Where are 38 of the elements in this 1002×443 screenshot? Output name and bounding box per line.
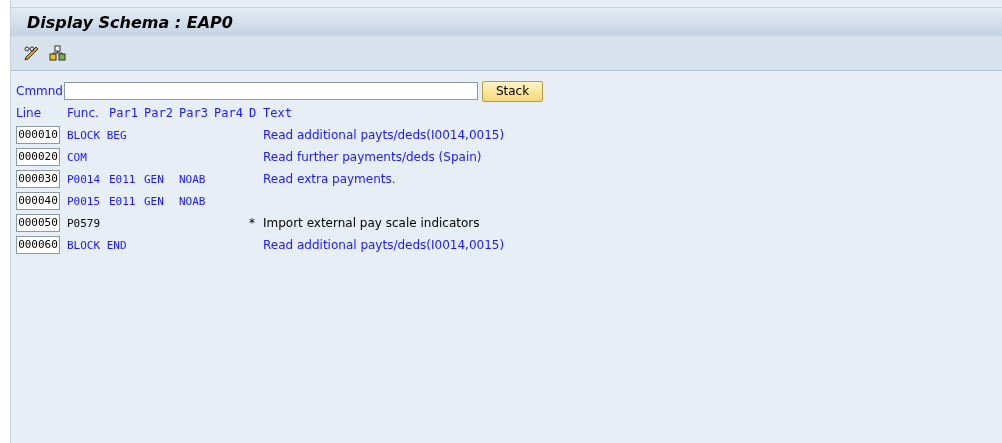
table-cell: P0015 bbox=[67, 194, 101, 208]
command-label: Cmmnd bbox=[16, 84, 60, 98]
table-cell: P0014 bbox=[67, 172, 101, 186]
table-cell: BLOCK BEG bbox=[67, 128, 127, 142]
table-cell: GEN bbox=[144, 194, 164, 208]
line-number-field[interactable]: 000050 bbox=[16, 214, 60, 232]
text-cell: Import external pay scale indicators bbox=[263, 216, 480, 230]
column-header: D bbox=[249, 105, 258, 122]
line-number-field[interactable]: 000040 bbox=[16, 192, 60, 210]
column-header: Par2 bbox=[144, 105, 174, 122]
table-cell: NOAB bbox=[179, 172, 206, 186]
line-number-field[interactable]: 000060 bbox=[16, 236, 60, 254]
line-number-field[interactable]: 000010 bbox=[16, 126, 60, 144]
column-header: Par1 bbox=[109, 105, 139, 122]
text-cell: Read extra payments. bbox=[263, 172, 396, 186]
line-number-field[interactable]: 000020 bbox=[16, 148, 60, 166]
stack-button[interactable]: Stack bbox=[482, 80, 543, 102]
column-header: Func. bbox=[67, 105, 100, 122]
column-header: Line bbox=[16, 105, 42, 122]
table-cell: P0579 bbox=[67, 216, 101, 230]
pencil-glasses-icon[interactable] bbox=[23, 45, 41, 61]
text-cell: Read additional payts/deds(I0014,0015) bbox=[263, 238, 505, 252]
line-number-field[interactable]: 000030 bbox=[16, 170, 60, 188]
table-cell: COM bbox=[67, 150, 87, 164]
table-cell: E011 bbox=[109, 194, 136, 208]
comment-marker: * bbox=[249, 216, 255, 230]
column-header: Text bbox=[263, 105, 293, 122]
window-title: Display Schema : EAP0 bbox=[27, 12, 233, 32]
text-cell: Read additional payts/deds(I0014,0015) bbox=[263, 128, 505, 142]
table-cell: NOAB bbox=[179, 194, 206, 208]
table-cell: BLOCK END bbox=[67, 238, 127, 252]
hierarchy-icon[interactable] bbox=[49, 45, 66, 61]
text-cell: Read further payments/deds (Spain) bbox=[263, 150, 482, 164]
command-field[interactable] bbox=[64, 82, 478, 100]
column-header: Par4 bbox=[214, 105, 244, 122]
column-header: Par3 bbox=[179, 105, 209, 122]
table-cell: E011 bbox=[109, 172, 136, 186]
table-cell: GEN bbox=[144, 172, 164, 186]
